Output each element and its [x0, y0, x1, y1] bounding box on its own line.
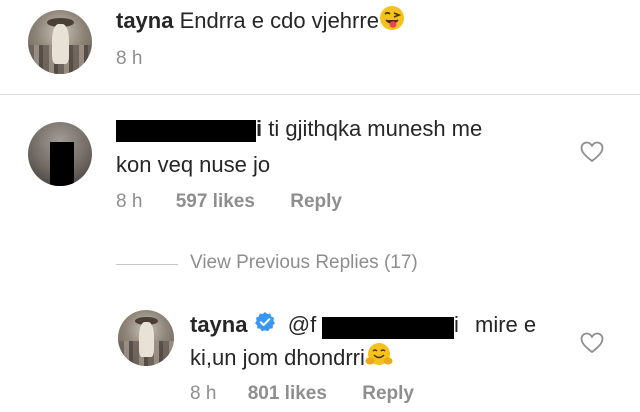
reply-avatar[interactable]	[118, 310, 174, 366]
caption-line: tayna Endrra e cdo vjehrre	[116, 5, 405, 39]
avatar-photo-figure	[139, 322, 154, 358]
reply-text-line-2: ki,un jom dhondrri	[190, 344, 365, 370]
mention-censor-block	[322, 317, 454, 339]
caption-time: 8 h	[116, 48, 143, 69]
caption-username[interactable]: tayna	[116, 8, 173, 33]
caption-avatar[interactable]	[28, 10, 92, 74]
reply-line-1: tayna @f	[190, 310, 316, 341]
comment-text-line-1: ti gjithqka munesh me	[268, 116, 483, 141]
view-replies-rule	[116, 264, 178, 265]
commenter-username-suffix[interactable]: i	[256, 116, 262, 141]
commenter-avatar[interactable]	[28, 122, 92, 186]
mention-prefix[interactable]: @f	[288, 312, 316, 337]
hugging-emoji-icon	[365, 342, 393, 376]
view-previous-replies-button[interactable]: View Previous Replies (17)	[190, 252, 418, 274]
reply-line-1-tail: i mire e	[454, 310, 536, 340]
comment-reply-button[interactable]: Reply	[290, 191, 342, 212]
avatar-censor-block	[50, 142, 74, 186]
reply-text-line-1: mire e	[475, 312, 537, 337]
reply-reply-button[interactable]: Reply	[362, 383, 414, 404]
verified-badge-icon	[254, 311, 276, 341]
mention-suffix[interactable]: i	[454, 312, 459, 337]
caption-text: Endrra e cdo vjehrre	[179, 7, 379, 33]
comment-text-line-2: kon veq nuse jo	[116, 152, 271, 177]
tongue-wink-emoji-icon	[379, 5, 405, 39]
comment-time: 8 h	[116, 191, 143, 212]
reply-line-2: ki,un jom dhondrri	[190, 342, 393, 376]
comment-meta: 8 h 597 likes Reply	[116, 191, 342, 213]
username-censor-block	[116, 120, 256, 142]
caption-divider	[0, 94, 640, 95]
comment-likes[interactable]: 597 likes	[176, 191, 255, 212]
reply-meta: 8 h 801 likes Reply	[190, 383, 414, 405]
reply-time: 8 h	[190, 383, 217, 404]
reply-username[interactable]: tayna	[190, 312, 247, 337]
heart-outline-icon[interactable]	[580, 332, 604, 354]
comment-line-1: i ti gjithqka munesh me	[256, 114, 482, 144]
heart-outline-icon[interactable]	[580, 141, 604, 163]
reply-likes[interactable]: 801 likes	[248, 383, 327, 404]
avatar-photo-figure	[52, 24, 69, 64]
